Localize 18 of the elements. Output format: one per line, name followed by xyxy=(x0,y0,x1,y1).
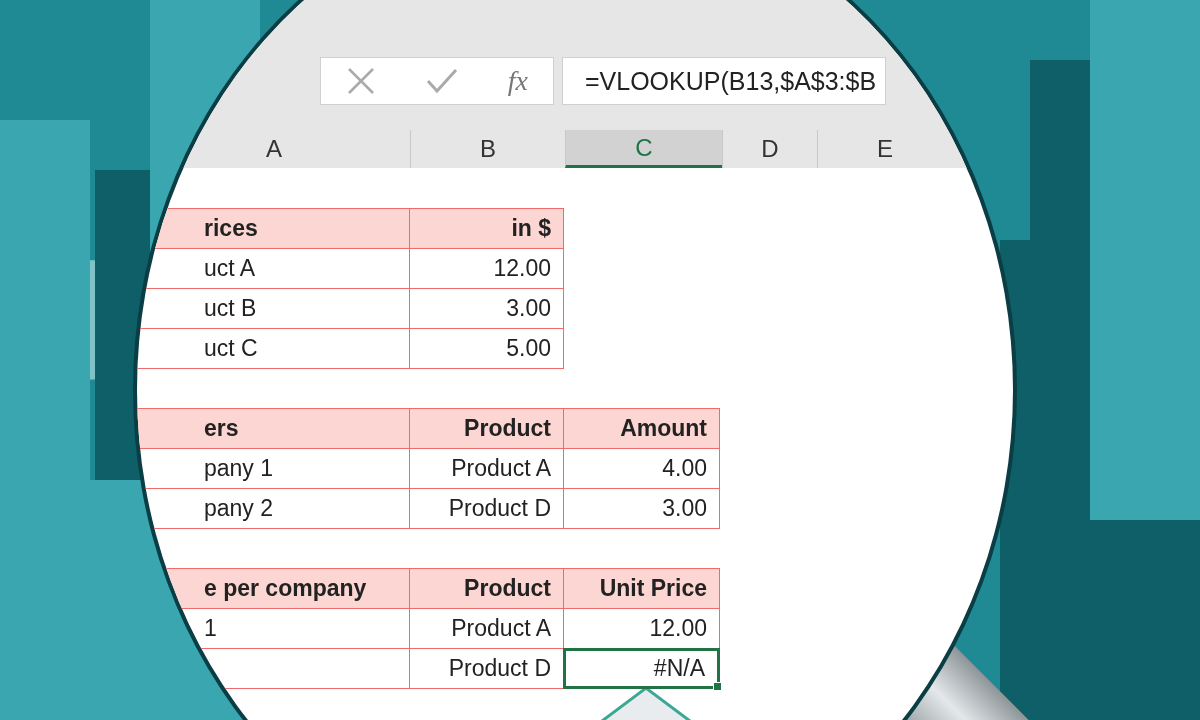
column-header[interactable]: A xyxy=(137,130,410,168)
header-cell: in $ xyxy=(409,208,564,249)
formula-field[interactable]: =VLOOKUP(B13,$A$3:$B xyxy=(562,57,886,105)
header-cell: Amount xyxy=(563,408,720,449)
table-cell: #N/A xyxy=(563,648,720,689)
cancel-icon[interactable] xyxy=(345,66,376,96)
function-label[interactable]: fx xyxy=(507,65,528,97)
column-header[interactable]: C xyxy=(565,130,722,168)
column-header[interactable]: D xyxy=(722,130,817,168)
header-cell: Product xyxy=(409,568,564,609)
table-cell: uct C xyxy=(137,328,410,369)
checkmark-icon[interactable] xyxy=(425,68,458,94)
header-cell: Unit Price xyxy=(563,568,720,609)
header-cell: Product xyxy=(409,408,564,449)
table-cell: 3.00 xyxy=(563,488,720,529)
header-cell: ers xyxy=(137,408,410,449)
column-header[interactable]: E xyxy=(817,130,952,168)
table-cell: 5.00 xyxy=(409,328,564,369)
